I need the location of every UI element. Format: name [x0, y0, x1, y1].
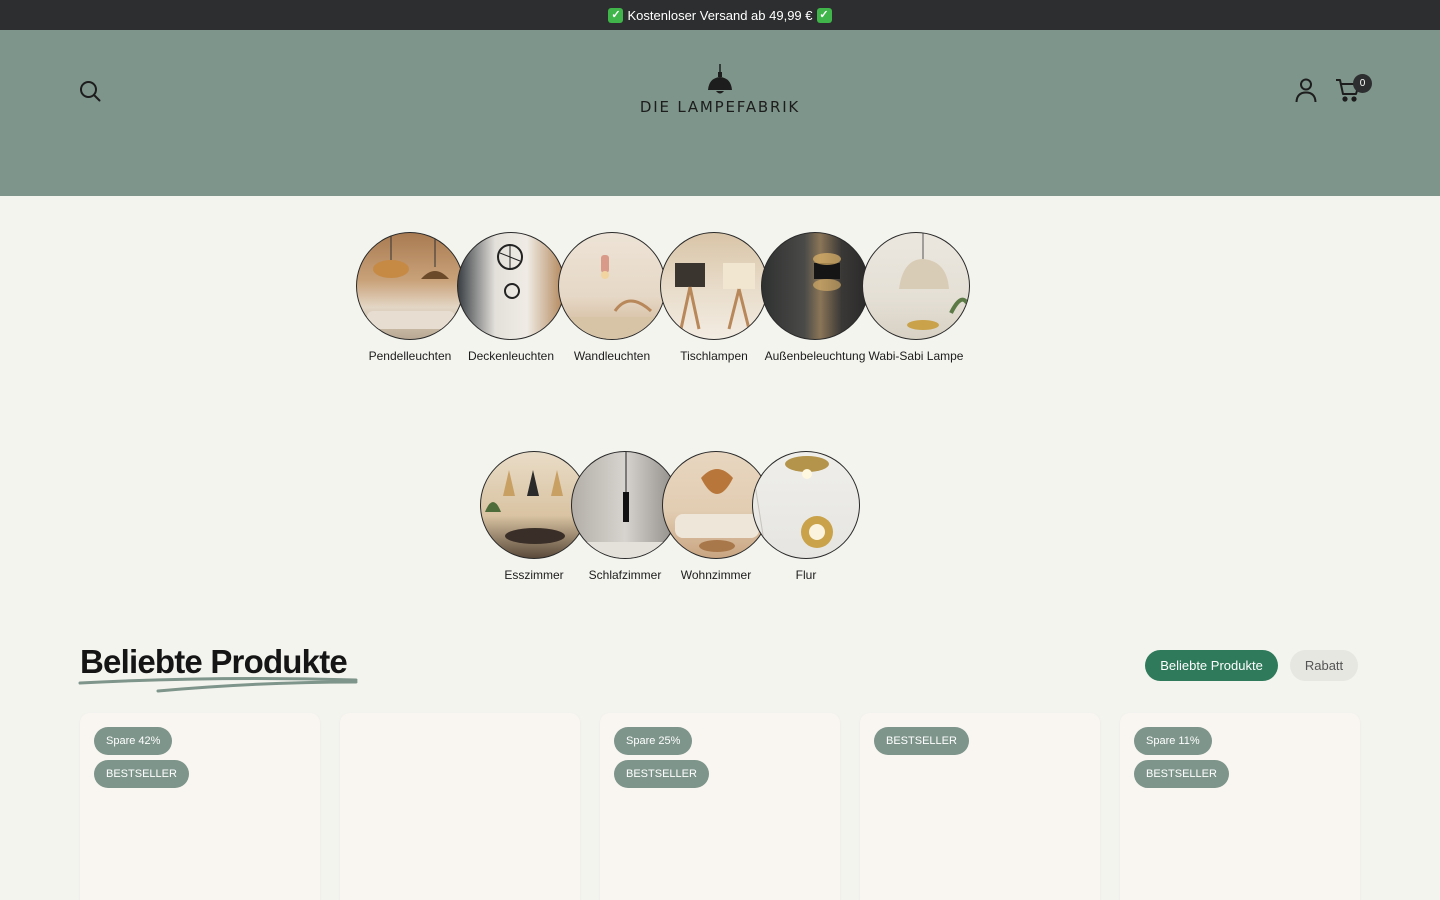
product-card[interactable]: Spare 25% BESTSELLER [600, 713, 840, 900]
category-image [660, 232, 768, 340]
category-label: Deckenleuchten [467, 349, 555, 363]
category-image [558, 232, 666, 340]
product-card[interactable]: Spare 42% BESTSELLER [80, 713, 320, 900]
lamp-logo-icon [708, 64, 732, 94]
category-image [761, 232, 869, 340]
category-wandleuchten[interactable]: Wandleuchten [558, 232, 666, 364]
checkmark-icon: ✓ [816, 7, 832, 23]
discount-badge: Spare 25% [614, 727, 693, 755]
category-image [752, 451, 860, 559]
bestseller-badge: BESTSELLER [1134, 760, 1229, 788]
category-image [356, 232, 464, 340]
bestseller-badge: BESTSELLER [614, 760, 709, 788]
product-card[interactable]: Spare 11% BESTSELLER [1120, 713, 1360, 900]
category-flur[interactable]: Flur [752, 451, 860, 583]
announcement-bar: ✓ Kostenloser Versand ab 49,99 € ✓ [0, 0, 1440, 30]
bestseller-badge: BESTSELLER [94, 760, 189, 788]
category-label: Außenbeleuchtung [764, 349, 866, 363]
category-pendelleuchten[interactable]: Pendelleuchten [356, 232, 464, 364]
category-tischlampen[interactable]: Tischlampen [660, 232, 768, 364]
category-image [862, 232, 970, 340]
category-aussenbeleuchtung[interactable]: Außenbeleuchtung [761, 232, 869, 364]
checkmark-icon: ✓ [608, 7, 624, 23]
announcement-text: Kostenloser Versand ab 49,99 € [627, 7, 813, 23]
discount-badge: Spare 42% [94, 727, 173, 755]
site-header: DIE LAMPEFABRIK 0 [0, 30, 1440, 196]
search-icon[interactable] [76, 77, 104, 105]
account-icon[interactable] [1292, 76, 1320, 104]
category-label: Wabi-Sabi Lampe [868, 349, 964, 363]
discount-badge: Spare 11% [1134, 727, 1212, 755]
product-card[interactable] [340, 713, 580, 900]
category-deckenleuchten[interactable]: Deckenleuchten [457, 232, 565, 364]
category-image [457, 232, 565, 340]
product-card[interactable]: BESTSELLER [860, 713, 1100, 900]
logo-text: DIE LAMPEFABRIK [639, 98, 801, 116]
tab-beliebte-produkte[interactable]: Beliebte Produkte [1145, 650, 1278, 681]
title-underline [78, 677, 358, 693]
category-label: Pendelleuchten [368, 349, 452, 363]
category-label: Tischlampen [680, 349, 748, 363]
site-logo[interactable]: DIE LAMPEFABRIK [630, 64, 810, 120]
bestseller-badge: BESTSELLER [874, 727, 969, 755]
tab-rabatt[interactable]: Rabatt [1290, 650, 1358, 681]
cart-count-badge: 0 [1353, 74, 1372, 93]
category-label: Wandleuchten [573, 349, 651, 363]
category-wabi-sabi-lampe[interactable]: Wabi-Sabi Lampe [862, 232, 970, 364]
category-label: Flur [795, 568, 817, 582]
